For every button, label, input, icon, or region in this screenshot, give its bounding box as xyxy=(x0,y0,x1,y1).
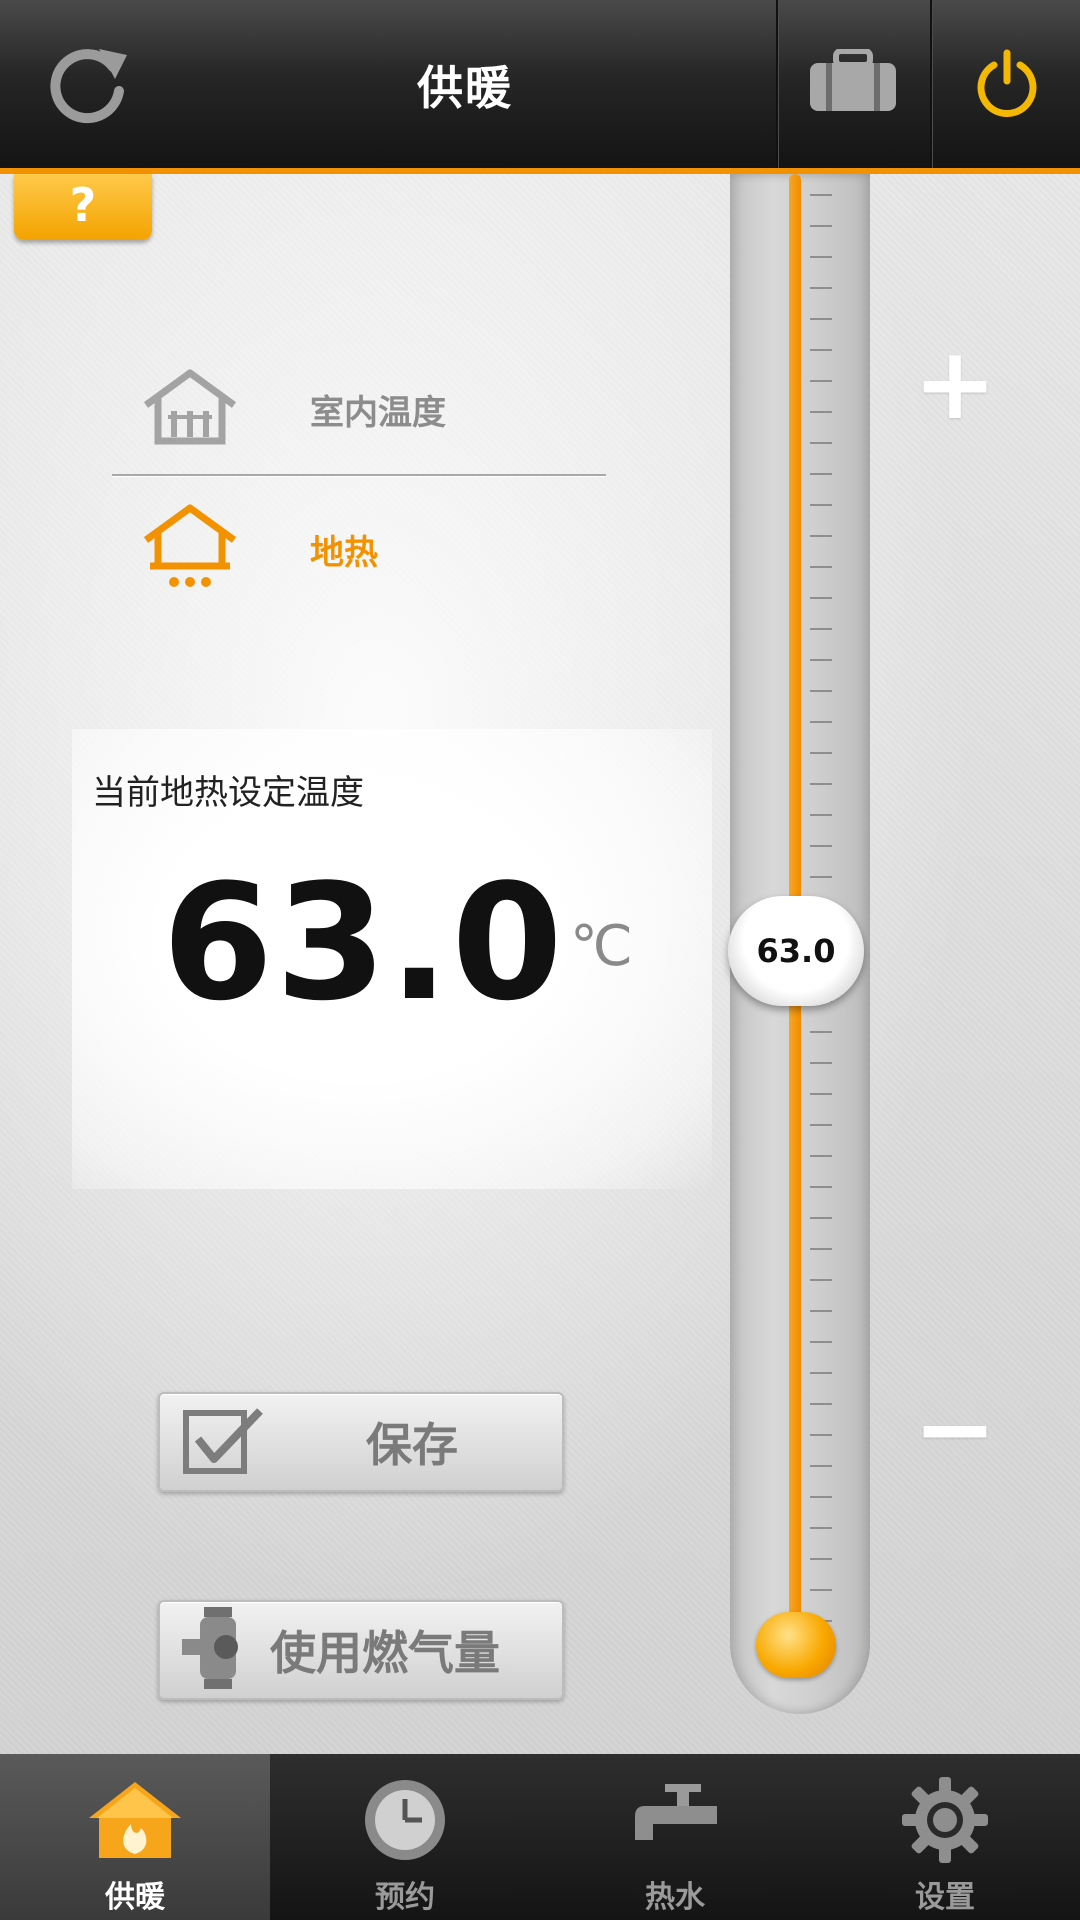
mode-indoor-label: 室内温度 xyxy=(310,392,446,433)
tab-settings-label: 设置 xyxy=(915,1880,975,1915)
gear-icon xyxy=(900,1774,990,1866)
temperature-value: 63.0 xyxy=(162,849,565,1036)
checkbox-check-icon xyxy=(182,1405,266,1479)
house-radiator-icon xyxy=(140,367,240,451)
slider-bulb xyxy=(756,1612,836,1678)
power-button[interactable] xyxy=(930,0,1080,168)
tab-schedule[interactable]: 预约 xyxy=(270,1754,540,1920)
mode-floor-heating[interactable]: 地热 xyxy=(140,494,378,604)
page-title: 供暖 xyxy=(417,61,513,115)
tab-hot-water[interactable]: 热水 xyxy=(540,1754,810,1920)
save-label: 保存 xyxy=(366,1418,458,1472)
power-icon xyxy=(972,47,1042,121)
refresh-button[interactable] xyxy=(18,0,158,168)
refresh-icon xyxy=(43,37,133,131)
gas-usage-label: 使用燃气量 xyxy=(270,1626,500,1680)
slider-thumb[interactable]: 63.0 xyxy=(728,896,864,1006)
tab-schedule-label: 预约 xyxy=(375,1880,435,1915)
clock-icon xyxy=(360,1774,450,1866)
decrease-button[interactable]: − xyxy=(900,1379,1010,1509)
faucet-icon xyxy=(625,1774,725,1866)
mode-floor-label: 地热 xyxy=(310,532,378,573)
tab-hot-water-label: 热水 xyxy=(645,1880,705,1915)
slider-thumb-value: 63.0 xyxy=(756,932,836,970)
tab-heating-label: 供暖 xyxy=(105,1880,165,1915)
mode-divider xyxy=(112,474,606,476)
save-button[interactable]: 保存 xyxy=(158,1392,564,1492)
main-panel: ? 室内温度 地热 当前地热设定温度 63.0 ℃ 保存 使用燃气量 63.0 … xyxy=(0,174,1080,1754)
top-bar: 供暖 xyxy=(0,0,1080,174)
mode-indoor-temperature[interactable]: 室内温度 xyxy=(140,354,446,464)
help-button[interactable]: ? xyxy=(14,174,152,240)
increase-button[interactable]: + xyxy=(900,334,1010,444)
home-flame-icon xyxy=(85,1774,185,1866)
briefcase-button[interactable] xyxy=(776,0,928,168)
bottom-tab-bar: 供暖 预约 热水 设置 xyxy=(0,1754,1080,1920)
temperature-caption: 当前地热设定温度 xyxy=(92,773,364,813)
tab-settings[interactable]: 设置 xyxy=(810,1754,1080,1920)
temperature-unit: ℃ xyxy=(570,914,633,979)
temperature-display: 当前地热设定温度 63.0 ℃ xyxy=(72,729,712,1189)
gas-usage-button[interactable]: 使用燃气量 xyxy=(158,1600,564,1700)
house-floor-heating-icon xyxy=(140,502,240,596)
gas-meter-icon xyxy=(180,1605,252,1695)
briefcase-icon xyxy=(806,48,900,119)
tab-heating[interactable]: 供暖 xyxy=(0,1754,270,1920)
